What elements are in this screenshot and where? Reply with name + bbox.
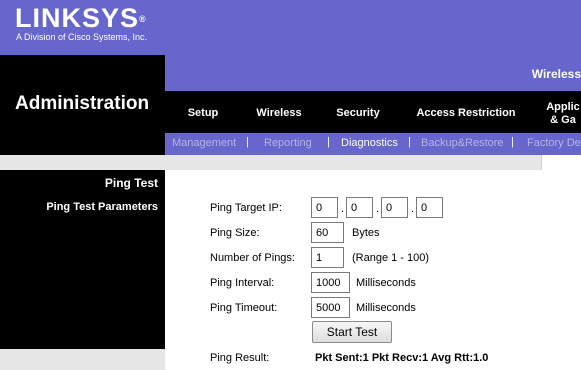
- ping-timeout-unit: Milliseconds: [356, 302, 416, 314]
- ip-octet-4-input[interactable]: [416, 197, 443, 218]
- top-banner: LINKSYS® A Division of Cisco Systems, In…: [0, 0, 581, 55]
- subtab-factory-defaults[interactable]: Factory De: [527, 137, 581, 149]
- tab-applications-line2: & Ga: [550, 113, 576, 126]
- sidebar: Ping Test Ping Test Parameters: [0, 155, 165, 370]
- ping-size-unit: Bytes: [352, 227, 380, 239]
- number-of-pings-range: (Range 1 - 100): [352, 252, 430, 264]
- ip-dot: .: [411, 203, 415, 215]
- subtab-separator: |: [408, 136, 411, 148]
- registered-mark: ®: [139, 14, 147, 24]
- sidebar-spacer: [0, 155, 165, 170]
- ping-result-label: Ping Result:: [210, 352, 270, 364]
- ping-timeout-label: Ping Timeout:: [210, 302, 278, 314]
- logo-tagline: A Division of Cisco Systems, Inc.: [16, 32, 148, 42]
- ping-timeout-input[interactable]: [311, 297, 350, 318]
- tab-security[interactable]: Security: [317, 94, 399, 133]
- start-test-button[interactable]: Start Test: [312, 321, 392, 343]
- subtab-backup-restore[interactable]: Backup&Restore: [421, 137, 504, 149]
- ip-dot: .: [341, 203, 345, 215]
- subtab-management[interactable]: Management: [172, 137, 236, 149]
- sub-nav: Management | Reporting | Diagnostics | B…: [165, 133, 581, 155]
- sidebar-footer: [0, 349, 165, 370]
- ip-dot: .: [376, 203, 380, 215]
- tab-access-restriction[interactable]: Access Restriction: [399, 94, 533, 133]
- sidebar-section: Ping Test Ping Test Parameters: [0, 170, 165, 349]
- ip-octet-1-input[interactable]: [311, 197, 338, 218]
- subtab-separator: |: [327, 136, 330, 148]
- row-ping-timeout: Ping Timeout: Milliseconds: [210, 297, 580, 319]
- page-title: Administration: [15, 93, 150, 114]
- row-number-of-pings: Number of Pings: (Range 1 - 100): [210, 247, 580, 269]
- subtab-reporting[interactable]: Reporting: [264, 137, 312, 149]
- ping-interval-unit: Milliseconds: [356, 277, 416, 289]
- tab-applications-line1: Applic: [546, 100, 580, 113]
- ping-result-value: Pkt Sent:1 Pkt Recv:1 Avg Rtt:1.0: [315, 352, 489, 364]
- ping-size-input[interactable]: [311, 222, 344, 243]
- tab-applications-gaming[interactable]: Applic & Ga: [533, 94, 581, 133]
- tab-setup[interactable]: Setup: [165, 94, 241, 133]
- ip-octet-3-input[interactable]: [381, 197, 408, 218]
- content-panel: Ping Target IP: . . . Ping Size: Bytes N…: [165, 155, 581, 370]
- logo-text: LINKSYS: [15, 3, 140, 33]
- linksys-logo: LINKSYS®: [15, 5, 147, 32]
- target-ip-label: Ping Target IP:: [210, 202, 282, 214]
- row-ping-result: Ping Result: Pkt Sent:1 Pkt Recv:1 Avg R…: [210, 347, 580, 369]
- ip-octet-2-input[interactable]: [346, 197, 373, 218]
- tab-wireless[interactable]: Wireless: [241, 94, 317, 133]
- sidebar-section-title: Ping Test: [104, 176, 158, 190]
- product-bar: Wireless: [165, 55, 581, 91]
- main-nav: Setup Wireless Security Access Restricti…: [165, 94, 581, 133]
- sidebar-item-ping-test-parameters: Ping Test Parameters: [46, 201, 158, 213]
- row-target-ip: Ping Target IP: . . .: [210, 197, 580, 219]
- subtab-separator: |: [511, 136, 514, 148]
- number-of-pings-input[interactable]: [311, 247, 344, 268]
- content-top-band: [165, 155, 581, 170]
- section-header: Administration: [0, 55, 165, 155]
- product-name: Wireless: [531, 67, 581, 81]
- content-corner: [541, 155, 581, 170]
- ping-interval-label: Ping Interval:: [210, 277, 275, 289]
- subtab-diagnostics[interactable]: Diagnostics: [341, 137, 398, 149]
- ping-interval-input[interactable]: [311, 272, 350, 293]
- subtab-separator: |: [246, 136, 249, 148]
- row-ping-size: Ping Size: Bytes: [210, 222, 580, 244]
- row-ping-interval: Ping Interval: Milliseconds: [210, 272, 580, 294]
- number-of-pings-label: Number of Pings:: [210, 252, 295, 264]
- ping-size-label: Ping Size:: [210, 227, 260, 239]
